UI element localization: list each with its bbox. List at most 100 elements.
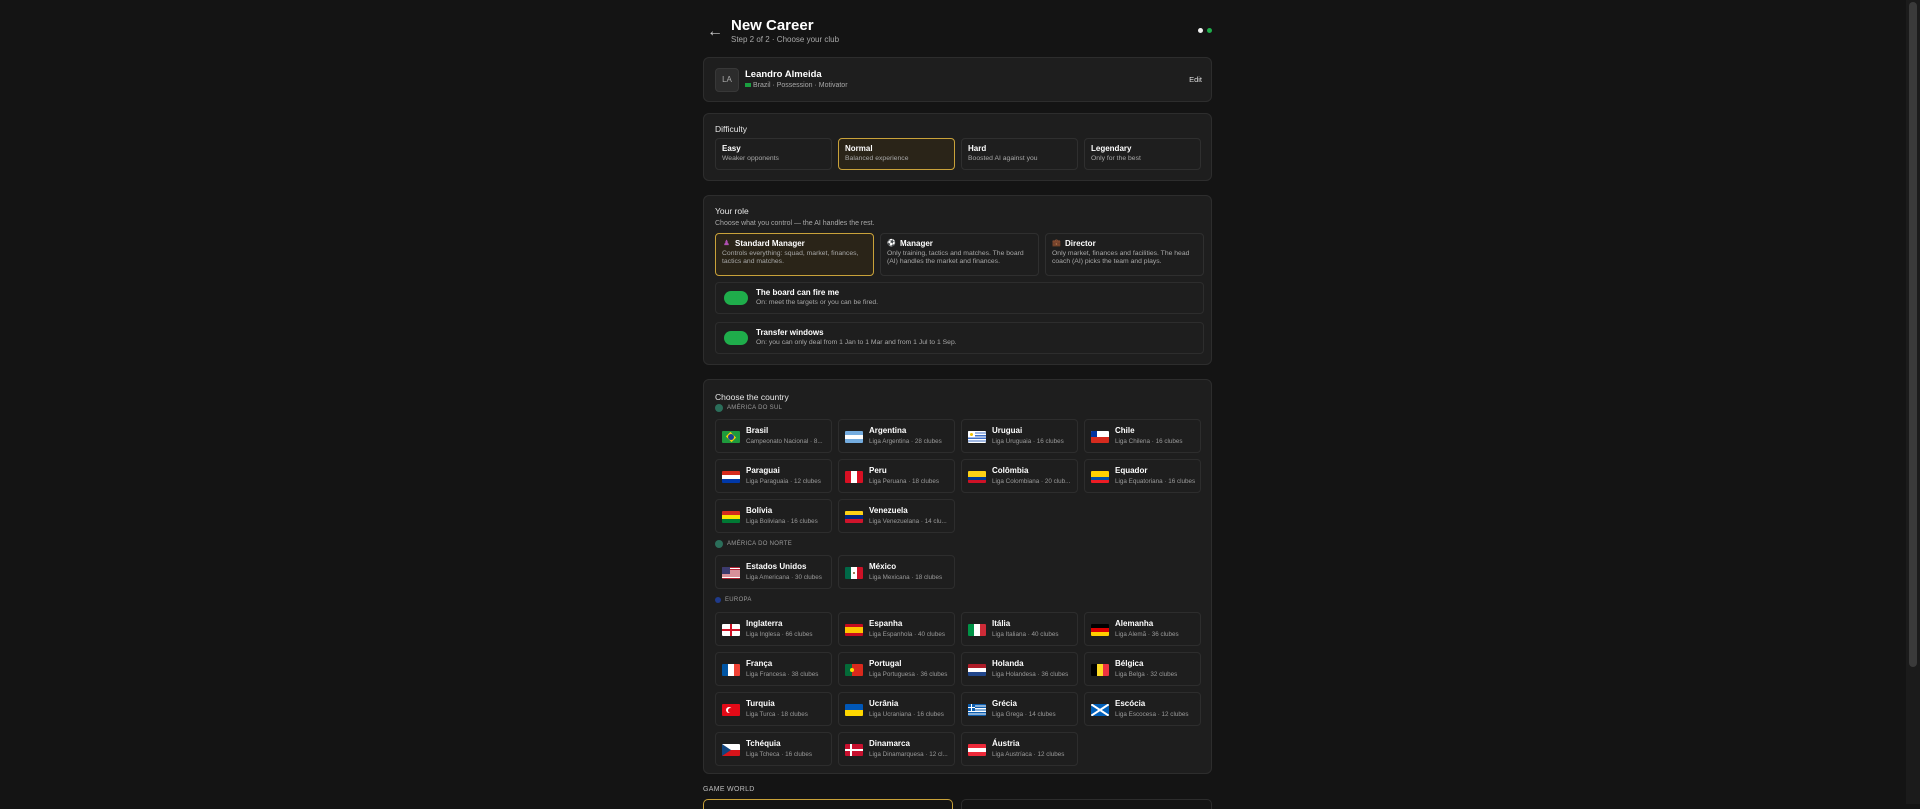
country-name: Itália	[992, 619, 1011, 628]
role-desc: Controls everything: squad, market, fina…	[722, 250, 859, 265]
difficulty-option-easy[interactable]: Easy Weaker opponents	[715, 138, 832, 170]
region-name: AMÉRICA DO NORTE	[727, 541, 793, 547]
country-card-italia[interactable]: Itália Liga Italiana · 40 clubes	[961, 612, 1078, 646]
game-world-option-1[interactable]	[703, 799, 953, 809]
country-card-tchequia[interactable]: Tchéquia Liga Tcheca · 16 clubes	[715, 732, 832, 766]
uruguai-flag-icon	[968, 431, 986, 443]
role-name: Standard Manager	[735, 239, 805, 248]
country-league: Liga Peruana · 18 clubes	[869, 478, 940, 485]
country-card-austria[interactable]: Áustria Liga Austríaca · 12 clubes	[961, 732, 1078, 766]
country-card-bolivia[interactable]: Bolívia Liga Boliviana · 16 clubes	[715, 499, 832, 533]
turquia-flag-icon	[722, 704, 740, 716]
country-league: Liga Holandesa · 36 clubes	[992, 671, 1069, 678]
country-card-colombia[interactable]: Colômbia Liga Colombiana · 20 club...	[961, 459, 1078, 493]
country-card-holanda[interactable]: Holanda Liga Holandesa · 36 clubes	[961, 652, 1078, 686]
country-card-equador[interactable]: Equador Liga Equatoriana · 16 clubes	[1084, 459, 1201, 493]
difficulty-name: Easy	[722, 144, 741, 153]
country-card-peru[interactable]: Peru Liga Peruana · 18 clubes	[838, 459, 955, 493]
transfer-windows-toggle-row: Transfer windows On: you can only deal f…	[715, 322, 1204, 354]
difficulty-title: Difficulty	[715, 124, 747, 134]
country-card-inglaterra[interactable]: Inglaterra Liga Inglesa · 66 clubes	[715, 612, 832, 646]
country-name: Estados Unidos	[746, 562, 807, 571]
country-card-espanha[interactable]: Espanha Liga Espanhola · 40 clubes	[838, 612, 955, 646]
difficulty-desc: Only for the best	[1091, 155, 1141, 162]
country-league: Liga Chilena · 16 clubes	[1115, 438, 1183, 445]
region-header: AMÉRICA DO SUL	[715, 404, 782, 412]
country-card-estados-unidos[interactable]: Estados Unidos Liga Americana · 30 clubes	[715, 555, 832, 589]
country-card-paraguai[interactable]: Paraguai Liga Paraguaia · 12 clubes	[715, 459, 832, 493]
country-name: Colômbia	[992, 466, 1029, 475]
country-name: Argentina	[869, 426, 907, 435]
equador-flag-icon	[1091, 471, 1109, 483]
coach-summary-card: LA Leandro Almeida Brazil · Possession ·…	[703, 57, 1212, 102]
country-league: Liga Inglesa · 66 clubes	[746, 631, 813, 638]
edit-coach-button[interactable]: Edit	[1189, 75, 1202, 84]
country-league: Liga Francesa · 38 clubes	[746, 671, 819, 678]
country-name: México	[869, 562, 897, 571]
country-name: Chile	[1115, 426, 1135, 435]
difficulty-name: Normal	[845, 144, 873, 153]
country-league: Liga Escocesa · 12 clubes	[1115, 711, 1189, 718]
country-league: Liga Boliviana · 16 clubes	[746, 518, 818, 525]
difficulty-desc: Balanced experience	[845, 155, 909, 162]
country-league: Liga Ucraniana · 16 clubes	[869, 711, 944, 718]
coach-meta: Brazil · Possession · Motivator	[745, 82, 848, 89]
difficulty-option-legendary[interactable]: Legendary Only for the best	[1084, 138, 1201, 170]
role-name: Director	[1065, 239, 1096, 248]
role-option-header: ♟ Standard Manager	[722, 239, 867, 248]
country-league: Liga Equatoriana · 16 clubes	[1115, 478, 1196, 485]
role-subtitle: Choose what you control — the AI handles…	[715, 220, 875, 227]
role-option-director[interactable]: 💼 Director Only market, finances and facil…	[1045, 233, 1204, 276]
country-league: Campeonato Nacional · 8...	[746, 438, 823, 445]
chile-flag-icon	[1091, 431, 1109, 443]
eu-flag-icon	[715, 597, 721, 603]
page-title: New Career	[731, 17, 814, 34]
back-arrow-icon[interactable]: ←	[705, 22, 725, 42]
difficulty-name: Legendary	[1091, 144, 1132, 153]
country-grid-europe: Inglaterra Liga Inglesa · 66 clubes Espanh…	[715, 612, 1201, 766]
role-option-manager[interactable]: ⚽ Manager Only training, tactics and match…	[880, 233, 1039, 276]
brazil-flag-icon	[745, 83, 751, 88]
game-world-option-2[interactable]	[961, 799, 1212, 809]
role-option-standard-manager[interactable]: ♟ Standard Manager Controls everything: sq…	[715, 233, 874, 276]
difficulty-name: Hard	[968, 144, 987, 153]
country-card-escocia[interactable]: Escócia Liga Escocesa · 12 clubes	[1084, 692, 1201, 726]
country-league: Liga Uruguaia · 16 clubes	[992, 438, 1064, 445]
toggle-desc: On: you can only deal from 1 Jan to 1 Ma…	[756, 339, 957, 346]
peru-flag-icon	[845, 471, 863, 483]
escocia-flag-icon	[1091, 704, 1109, 716]
difficulty-desc: Boosted AI against you	[968, 155, 1038, 162]
country-name: Espanha	[869, 619, 903, 628]
difficulty-option-hard[interactable]: Hard Boosted AI against you	[961, 138, 1078, 170]
country-card-uruguai[interactable]: Uruguai Liga Uruguaia · 16 clubes	[961, 419, 1078, 453]
scrollbar-thumb[interactable]	[1909, 2, 1917, 667]
tchequia-flag-icon	[722, 744, 740, 756]
country-card-turquia[interactable]: Turquia Liga Turca · 18 clubes	[715, 692, 832, 726]
country-card-dinamarca[interactable]: Dinamarca Liga Dinamarquesa · 12 cl...	[838, 732, 955, 766]
country-card-alemanha[interactable]: Alemanha Liga Alemã · 36 clubes	[1084, 612, 1201, 646]
difficulty-desc: Weaker opponents	[722, 155, 779, 162]
country-card-grecia[interactable]: Grécia Liga Grega · 14 clubes	[961, 692, 1078, 726]
step-dot-1	[1198, 28, 1203, 33]
coach-meta-text: Brazil · Possession · Motivator	[753, 82, 848, 89]
country-card-franca[interactable]: França Liga Francesa · 38 clubes	[715, 652, 832, 686]
transfer-windows-toggle[interactable]	[724, 331, 748, 345]
country-card-ucrania[interactable]: Ucrânia Liga Ucraniana · 16 clubes	[838, 692, 955, 726]
country-card-chile[interactable]: Chile Liga Chilena · 16 clubes	[1084, 419, 1201, 453]
country-card-belgica[interactable]: Bélgica Liga Belga · 32 clubes	[1084, 652, 1201, 686]
board-fire-toggle[interactable]	[724, 291, 748, 305]
country-league: Liga Argentina · 28 clubes	[869, 438, 942, 445]
country-name: Bélgica	[1115, 659, 1144, 668]
country-card-portugal[interactable]: Portugal Liga Portuguesa · 36 clubes	[838, 652, 955, 686]
country-card-mexico[interactable]: México Liga Mexicana · 18 clubes	[838, 555, 955, 589]
country-league: Liga Turca · 18 clubes	[746, 711, 808, 718]
country-card-venezuela[interactable]: Venezuela Liga Venezuelana · 14 clu...	[838, 499, 955, 533]
country-card-argentina[interactable]: Argentina Liga Argentina · 28 clubes	[838, 419, 955, 453]
globe-icon	[715, 540, 723, 548]
country-card-brasil[interactable]: Brasil Campeonato Nacional · 8...	[715, 419, 832, 453]
holanda-flag-icon	[968, 664, 986, 676]
country-league: Liga Austríaca · 12 clubes	[992, 751, 1065, 758]
page-scrollbar[interactable]	[1906, 0, 1920, 804]
toggle-title: Transfer windows	[756, 328, 824, 337]
difficulty-option-normal[interactable]: Normal Balanced experience	[838, 138, 955, 170]
